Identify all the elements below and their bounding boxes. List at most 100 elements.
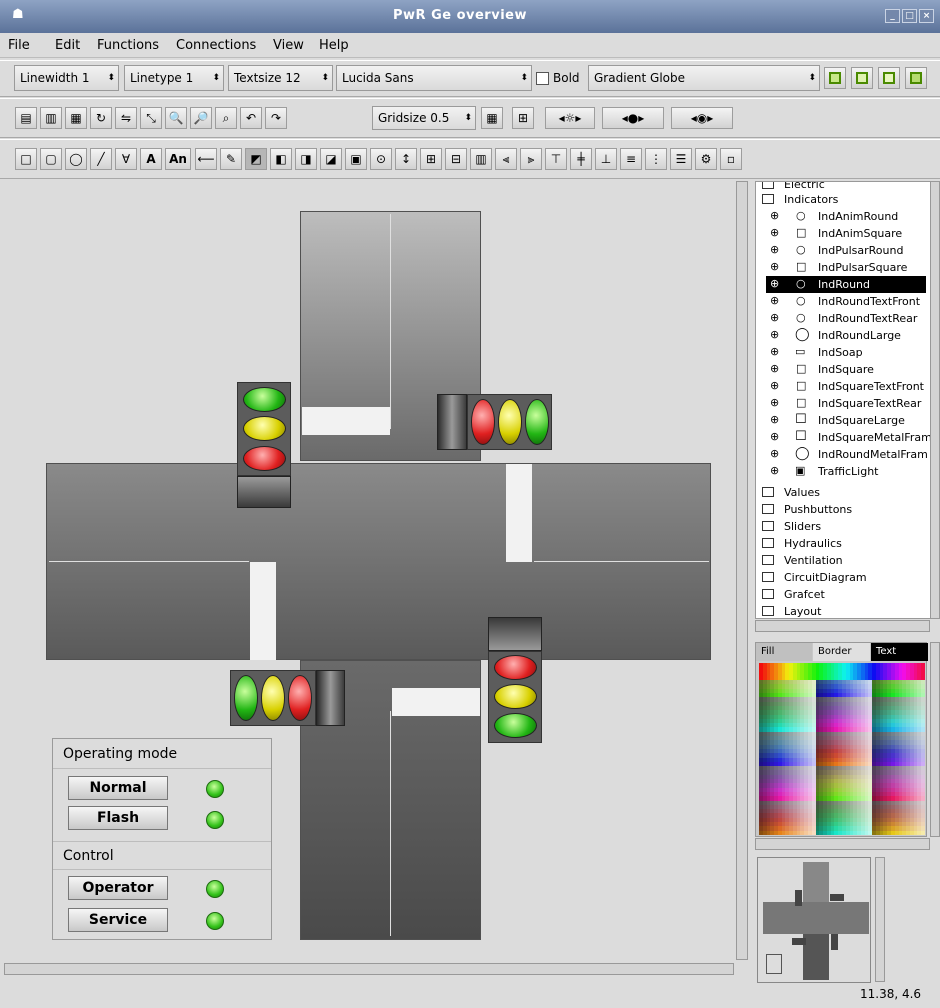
- close-button[interactable]: ×: [919, 9, 934, 23]
- navigator-scrollbar[interactable]: [875, 857, 885, 982]
- grid-icon[interactable]: ▦: [481, 107, 503, 129]
- menu-file[interactable]: File: [8, 38, 30, 53]
- font-combo[interactable]: Lucida Sans ⬍: [336, 65, 532, 91]
- menu-connections[interactable]: Connections: [176, 38, 256, 53]
- tree-item[interactable]: ⊕ ◯ IndRoundLarge: [756, 327, 926, 344]
- gradient-combo[interactable]: Gradient Globe ⬍: [588, 65, 820, 91]
- traffic-light-se[interactable]: [488, 651, 542, 743]
- tree-item[interactable]: ⊕ □ IndPulsarSquare: [756, 259, 926, 276]
- snap-icon[interactable]: ⊞: [512, 107, 534, 129]
- palette-horizontal-scrollbar[interactable]: [755, 838, 930, 850]
- normal-button[interactable]: Normal: [68, 776, 168, 800]
- tree-folder[interactable]: Ventilation: [756, 552, 926, 569]
- scale-mode-icon[interactable]: ◩: [245, 148, 267, 170]
- fill-icon[interactable]: ◧: [270, 148, 292, 170]
- palette-vertical-scrollbar[interactable]: [930, 642, 940, 837]
- annotation-icon[interactable]: An: [165, 148, 191, 170]
- menu-view[interactable]: View: [273, 38, 304, 53]
- background-icon[interactable]: ▣: [345, 148, 367, 170]
- properties-icon[interactable]: ▫: [720, 148, 742, 170]
- tree-item[interactable]: ⊕ ○ IndAnimRound: [756, 208, 926, 225]
- traffic-light-nw[interactable]: [237, 382, 291, 476]
- color-palette[interactable]: Fill Border Text: [755, 642, 928, 837]
- shadow-icon[interactable]: ◪: [320, 148, 342, 170]
- undo-icon[interactable]: ↶: [240, 107, 262, 129]
- align-right-icon[interactable]: ⫸: [520, 148, 542, 170]
- tree-item[interactable]: ⊕ ▭ IndSoap: [756, 344, 926, 361]
- tab-text[interactable]: Text: [871, 643, 928, 661]
- tree-item[interactable]: ⊕ ◯ IndRoundMetalFram: [756, 446, 928, 463]
- traffic-light-ne[interactable]: [467, 394, 552, 450]
- canvas-vertical-scrollbar[interactable]: [736, 181, 748, 960]
- gradient-radial-icon[interactable]: [905, 67, 927, 89]
- canvas-horizontal-scrollbar[interactable]: [4, 963, 734, 975]
- gradient-diagonal-icon[interactable]: [878, 67, 900, 89]
- tree-item[interactable]: ⊕ ○ IndRoundTextRear: [756, 310, 926, 327]
- tree-item[interactable]: ⊕ ○ IndRoundTextFront: [756, 293, 926, 310]
- linetype-combo[interactable]: Linetype 1 ⬍: [124, 65, 224, 91]
- tree-folder[interactable]: Sliders: [756, 518, 926, 535]
- minimize-button[interactable]: _: [885, 9, 900, 23]
- connection-icon[interactable]: ⟵: [195, 148, 217, 170]
- tree-item[interactable]: ⊕ □ IndAnimSquare: [756, 225, 926, 242]
- ungroup-icon[interactable]: ⊟: [445, 148, 467, 170]
- tree-folder[interactable]: Grafcet: [756, 586, 926, 603]
- menu-edit[interactable]: Edit: [55, 38, 80, 53]
- tab-fill[interactable]: Fill: [756, 643, 812, 661]
- line-icon[interactable]: ╱: [90, 148, 112, 170]
- tree-folder[interactable]: Pushbuttons: [756, 501, 926, 518]
- bold-checkbox[interactable]: [536, 72, 549, 85]
- distribute-icon[interactable]: ⋮: [645, 148, 667, 170]
- rounded-rect-icon[interactable]: ▢: [40, 148, 62, 170]
- subgraph-icon[interactable]: ⚙: [695, 148, 717, 170]
- maximize-button[interactable]: □: [902, 9, 917, 23]
- tree-folder[interactable]: Values: [756, 484, 926, 501]
- chart-icon[interactable]: ▥: [470, 148, 492, 170]
- traffic-light-sw[interactable]: [230, 670, 316, 726]
- rotate-icon[interactable]: ↻: [90, 107, 112, 129]
- align-top-icon[interactable]: ⊤: [545, 148, 567, 170]
- gridsize-combo[interactable]: Gridsize 0.5 ⬍: [372, 106, 476, 130]
- push-icon[interactable]: ▤: [15, 107, 37, 129]
- redo-icon[interactable]: ↷: [265, 107, 287, 129]
- tree-item[interactable]: ⊕ □ IndSquareTextRear: [756, 395, 926, 412]
- flash-button[interactable]: Flash: [68, 806, 168, 830]
- color-tone-icon[interactable]: ◂●▸: [602, 107, 664, 129]
- service-button[interactable]: Service: [68, 908, 168, 932]
- menu-help[interactable]: Help: [319, 38, 349, 53]
- menu-functions[interactable]: Functions: [97, 38, 159, 53]
- align-bottom-icon[interactable]: ⊥: [595, 148, 617, 170]
- tree-item[interactable]: ⊕ ○ IndPulsarRound: [756, 242, 926, 259]
- color-set-icon[interactable]: ◂◉▸: [671, 107, 733, 129]
- navigator-preview[interactable]: [757, 857, 871, 983]
- linewidth-combo[interactable]: Linewidth 1 ⬍: [14, 65, 119, 91]
- group-icon[interactable]: ⊞: [420, 148, 442, 170]
- tree-item[interactable]: ⊕ □ IndSquare: [756, 361, 926, 378]
- operator-button[interactable]: Operator: [68, 876, 168, 900]
- object-attributes-icon[interactable]: ☰: [670, 148, 692, 170]
- gradient-vertical-icon[interactable]: [851, 67, 873, 89]
- tree-item[interactable]: ⊕ □ IndSquareTextFront: [756, 378, 926, 395]
- border-icon[interactable]: ◨: [295, 148, 317, 170]
- tree-folder-indicators[interactable]: Indicators: [756, 191, 926, 208]
- tree-folder[interactable]: CircuitDiagram: [756, 569, 926, 586]
- equidistance-icon[interactable]: ≡: [620, 148, 642, 170]
- color-swatch[interactable]: [921, 830, 925, 835]
- text-icon[interactable]: A: [140, 148, 162, 170]
- scale-icon[interactable]: ⤡: [140, 107, 162, 129]
- zoom-out-icon[interactable]: 🔎: [190, 107, 212, 129]
- ellipse-icon[interactable]: ◯: [65, 148, 87, 170]
- component-tree[interactable]: Electric Indicators ⊕ ○ IndAnimRound ⊕ □ Ind…: [755, 181, 932, 619]
- tree-item[interactable]: ⊕ ▣ TrafficLight: [756, 463, 926, 480]
- tree-item[interactable]: ⊕ ☐ IndSquareLarge: [756, 412, 926, 429]
- rectangle-icon[interactable]: □: [15, 148, 37, 170]
- textsize-combo[interactable]: Textsize 12 ⬍: [228, 65, 333, 91]
- edit-polyline-icon[interactable]: ✎: [220, 148, 242, 170]
- tab-border[interactable]: Border: [813, 643, 870, 661]
- brightness-icon[interactable]: ◂☼▸: [545, 107, 595, 129]
- tree-item-selected[interactable]: ⊕ ○ IndRound: [766, 276, 926, 293]
- tree-item[interactable]: ⊕ ☐ IndSquareMetalFram: [756, 429, 931, 446]
- tree-horizontal-scrollbar[interactable]: [755, 620, 930, 632]
- gradient-horizontal-icon[interactable]: [824, 67, 846, 89]
- zoom-reset-icon[interactable]: ⌕: [215, 107, 237, 129]
